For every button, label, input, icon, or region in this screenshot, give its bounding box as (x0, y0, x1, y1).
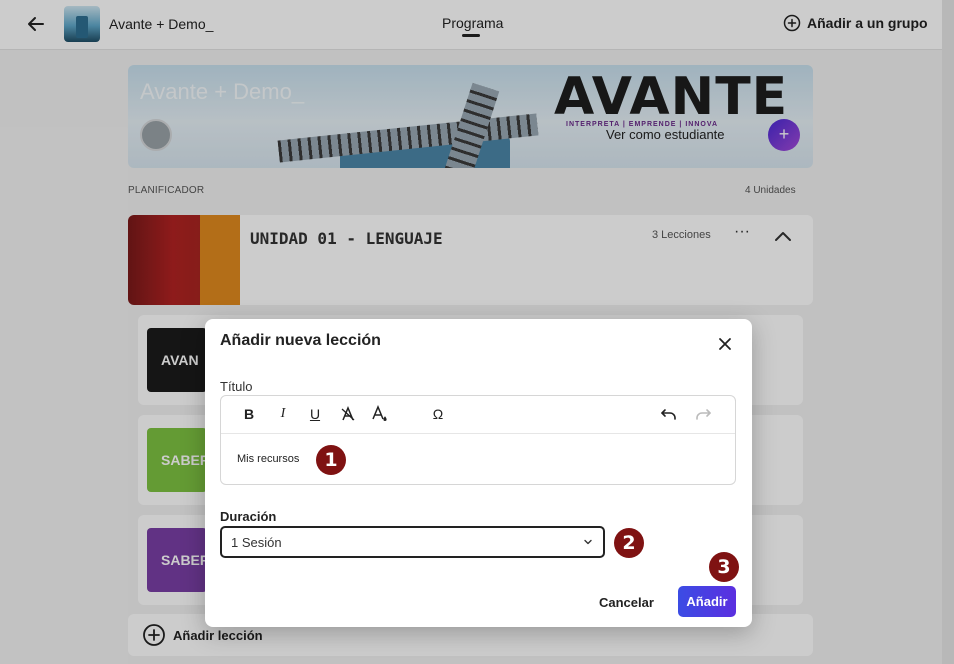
bold-button[interactable]: B (241, 404, 257, 424)
text-color-button[interactable] (371, 404, 389, 424)
modal-title: Añadir nueva lección (220, 332, 381, 349)
redo-button[interactable] (693, 404, 713, 424)
clear-format-icon (341, 406, 355, 421)
add-lesson-modal: Añadir nueva lección Título B I U Ω Mis … (205, 319, 752, 627)
redo-icon (696, 409, 711, 420)
italic-button[interactable]: I (275, 404, 291, 424)
duration-select[interactable]: 1 Sesión (220, 526, 605, 558)
rich-text-editor[interactable]: B I U Ω Mis recursos (220, 395, 736, 485)
cancel-button[interactable]: Cancelar (599, 595, 654, 610)
duration-value: 1 Sesión (231, 535, 282, 550)
step-marker-1: 1 (316, 445, 346, 475)
undo-icon (661, 409, 676, 420)
clear-format-button[interactable] (339, 404, 357, 424)
step-marker-2: 2 (614, 528, 644, 558)
underline-button[interactable]: U (307, 404, 323, 424)
close-icon[interactable] (718, 337, 732, 351)
add-button[interactable]: Añadir (678, 586, 736, 617)
title-field-label: Título (220, 379, 253, 394)
editor-toolbar: B I U Ω (221, 396, 735, 434)
special-character-button[interactable]: Ω (429, 404, 447, 424)
step-marker-3: 3 (709, 552, 739, 582)
text-color-icon (372, 405, 387, 421)
duration-label: Duración (220, 509, 277, 524)
undo-button[interactable] (659, 404, 679, 424)
chevron-down-icon (584, 539, 592, 545)
editor-content[interactable]: Mis recursos (237, 453, 299, 465)
